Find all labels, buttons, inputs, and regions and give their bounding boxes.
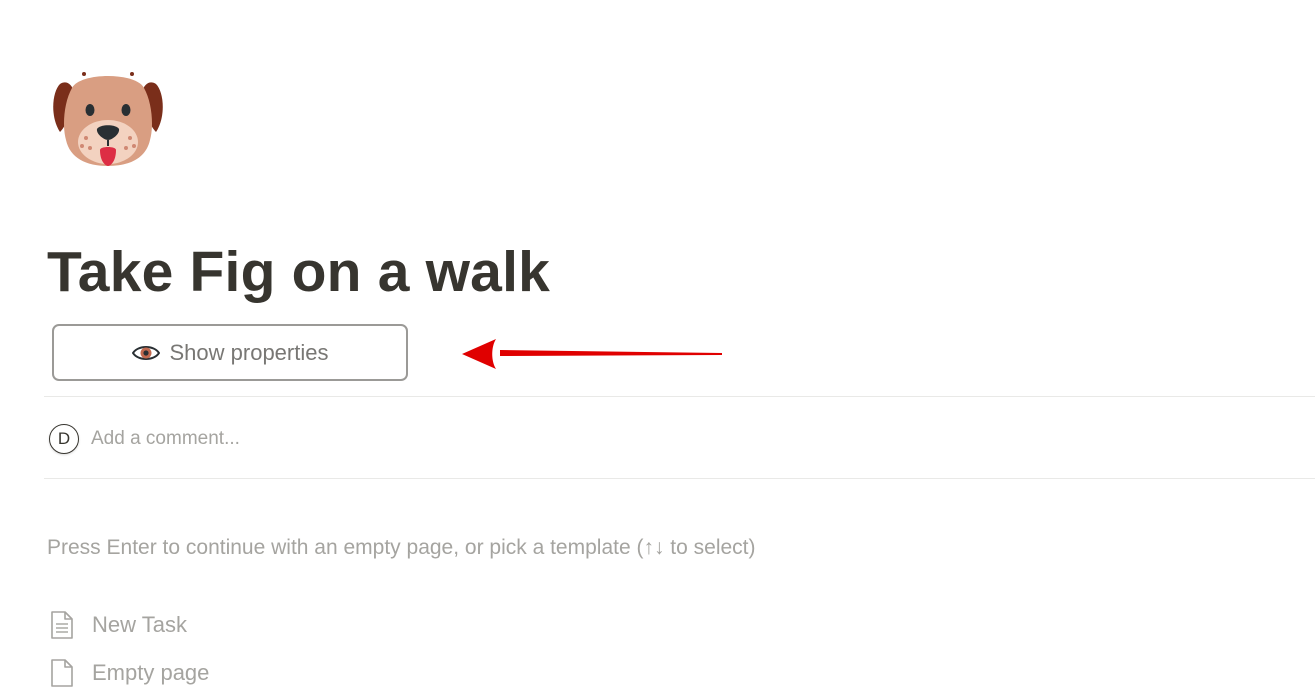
page-title[interactable]: Take Fig on a walk <box>47 236 550 308</box>
blank-page-icon <box>49 658 75 688</box>
comment-input[interactable]: Add a comment... <box>91 428 240 450</box>
page-canvas: Take Fig on a walk Show properties D Add… <box>0 0 1315 695</box>
document-lines-icon <box>49 610 75 640</box>
comment-row[interactable]: D Add a comment... <box>49 424 240 454</box>
annotation-arrow-icon <box>462 339 722 369</box>
eye-icon <box>131 344 160 362</box>
show-properties-label: Show properties <box>169 339 329 365</box>
divider <box>44 396 1315 397</box>
template-item-label: New Task <box>92 612 187 637</box>
avatar: D <box>49 424 79 454</box>
template-item-empty-page[interactable]: Empty page <box>49 658 209 688</box>
divider <box>44 478 1315 479</box>
template-hint: Press Enter to continue with an empty pa… <box>47 536 756 559</box>
dog-face-icon[interactable] <box>50 62 166 178</box>
template-item-new-task[interactable]: New Task <box>49 610 187 640</box>
template-item-label: Empty page <box>92 660 210 685</box>
show-properties-button[interactable]: Show properties <box>52 324 408 381</box>
